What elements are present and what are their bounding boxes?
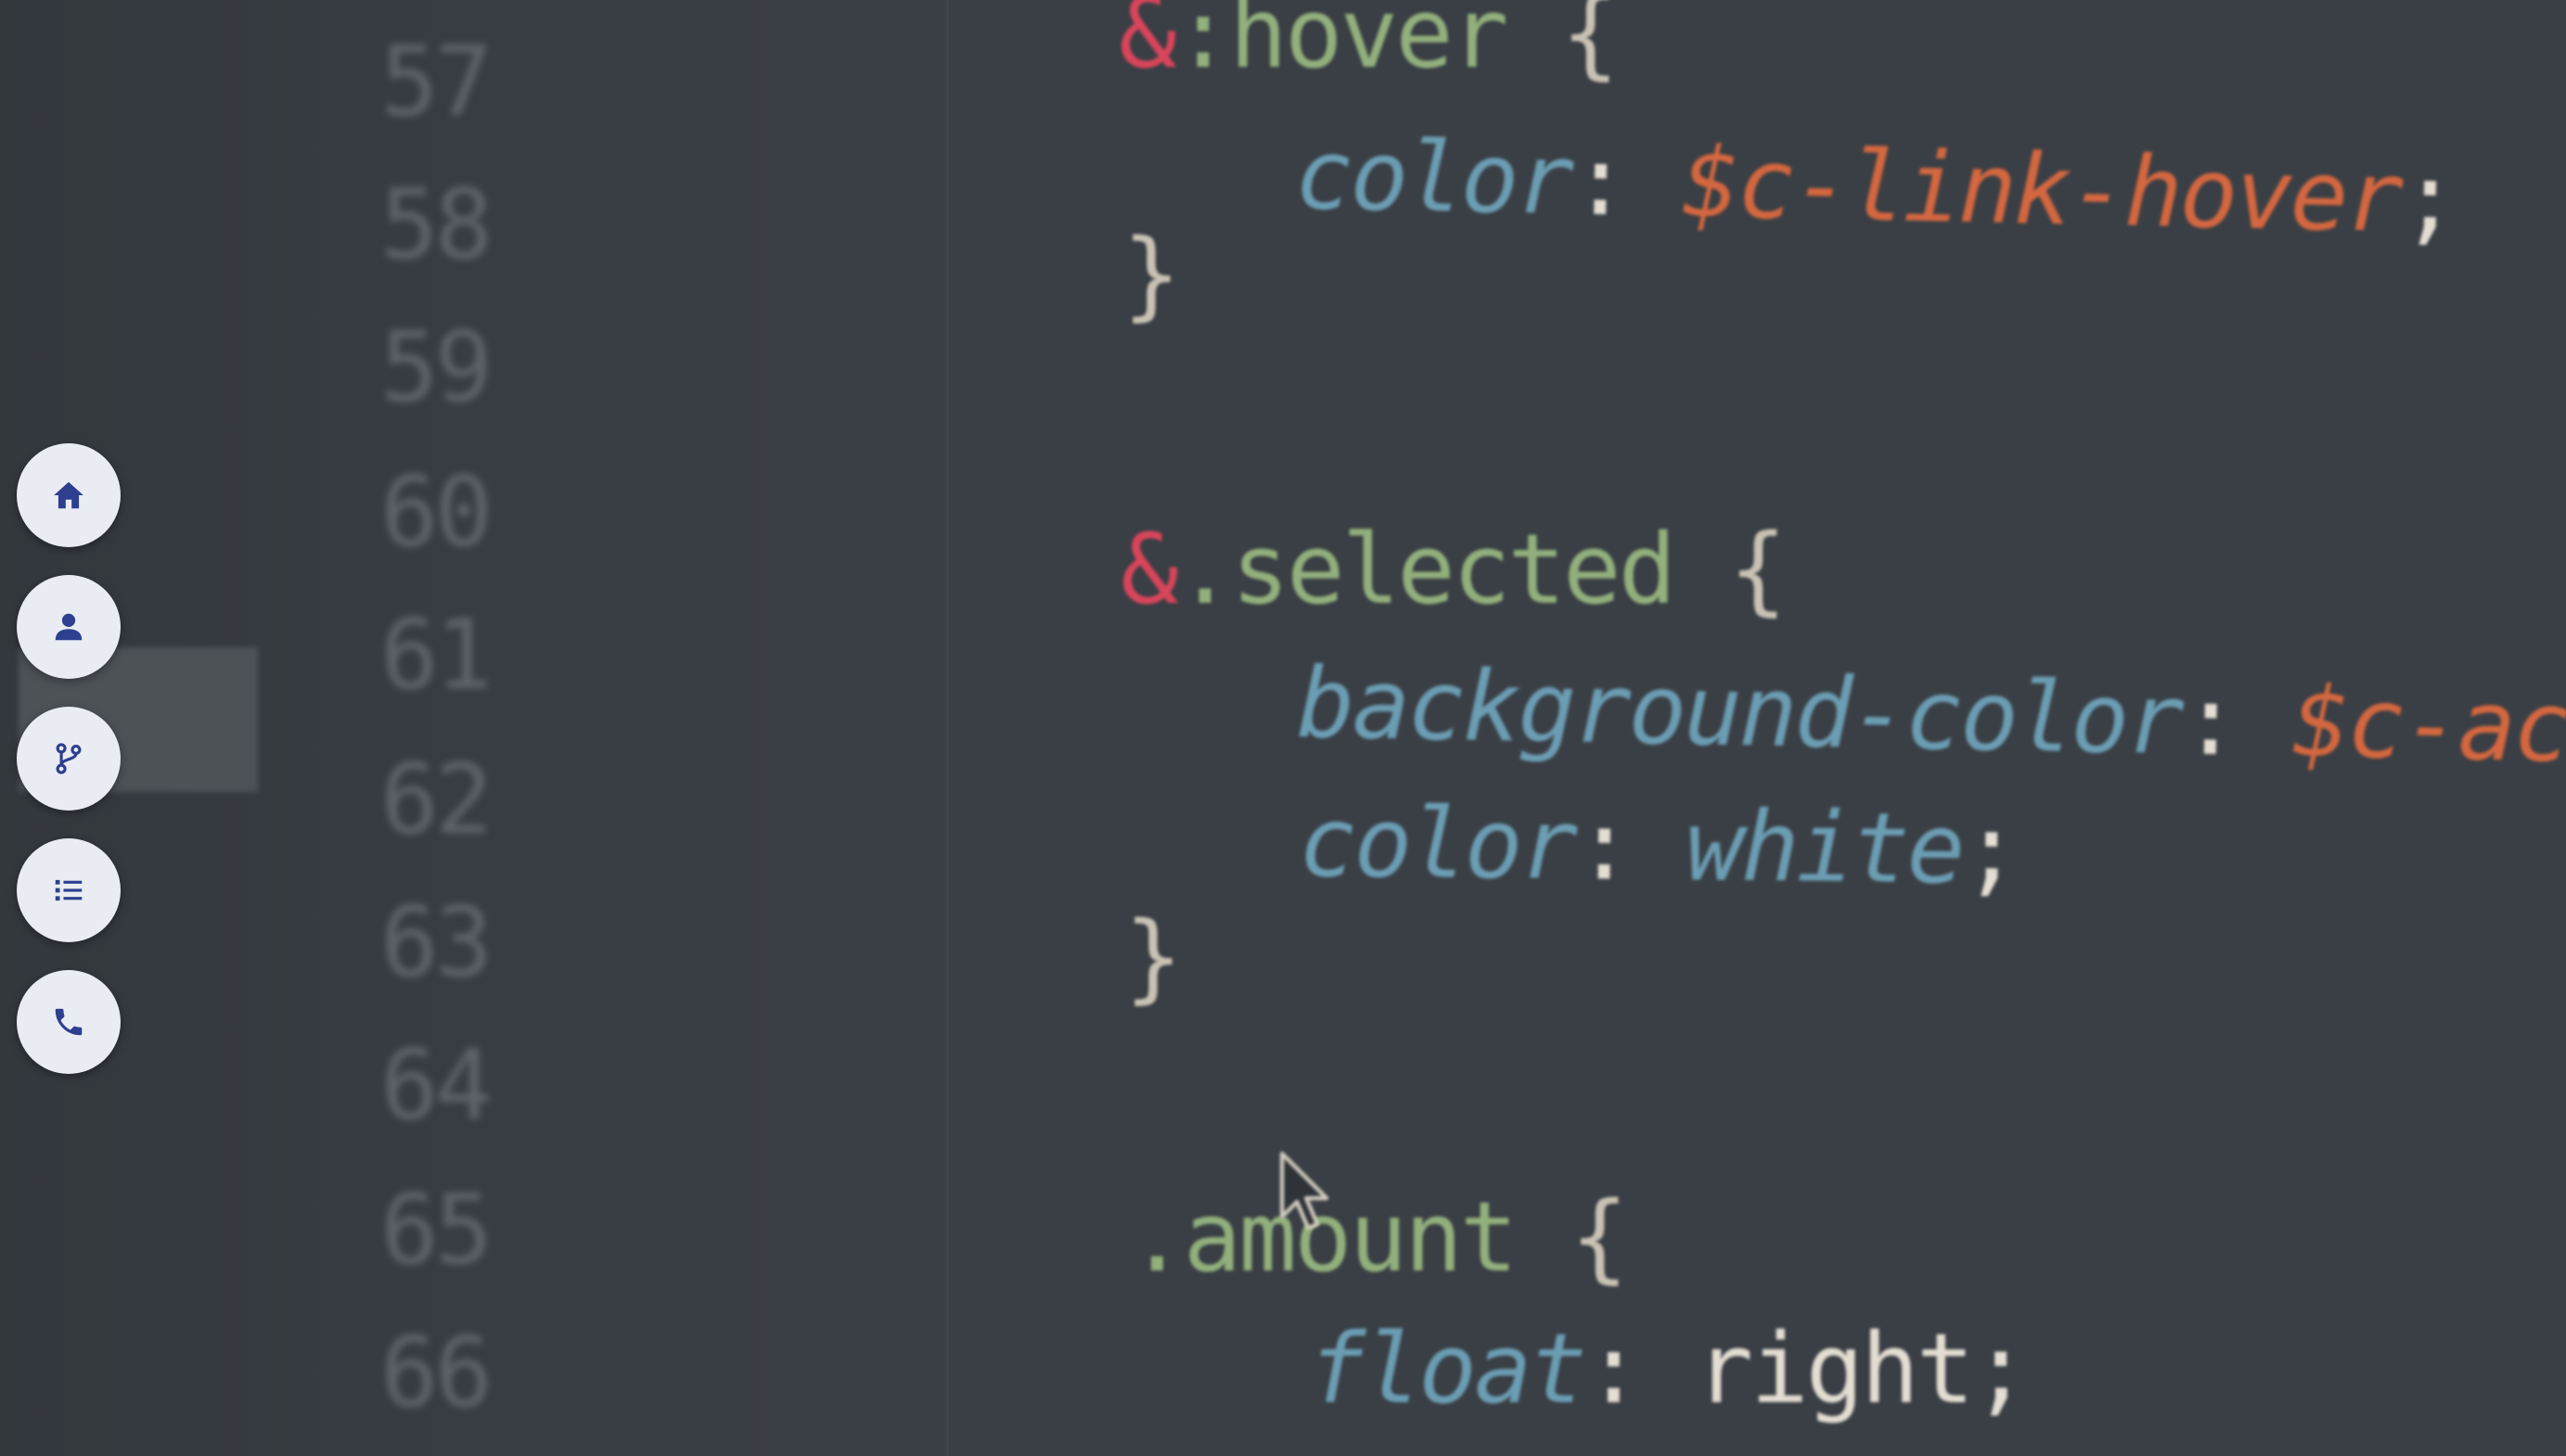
colon-token: :	[1570, 123, 1628, 238]
line-number: 64	[380, 1028, 493, 1142]
user-icon	[55, 613, 83, 641]
line-number: 63	[380, 886, 493, 999]
colon-token: :	[2180, 663, 2239, 778]
ampersand-token: &	[1119, 0, 1177, 90]
value-token: right	[1695, 1312, 1974, 1425]
gutter-divider	[946, 0, 949, 1456]
code-line: float: right;	[1308, 1321, 2030, 1417]
phone-icon	[55, 1008, 83, 1036]
brace-token: {	[1515, 1181, 1629, 1294]
code-line: }	[1124, 909, 1183, 1005]
line-number: 62	[380, 743, 493, 856]
colon-token: :	[1585, 1312, 1643, 1425]
code-line: .amount {	[1128, 1189, 1629, 1285]
selector-token: .selected	[1175, 513, 1677, 626]
property-token: float	[1308, 1312, 1587, 1425]
colon-token: :	[1574, 788, 1632, 902]
selector-token: :hover	[1174, 0, 1509, 90]
git-branch-icon	[56, 743, 82, 774]
brace-token: }	[1123, 218, 1181, 331]
list-icon	[55, 879, 83, 901]
brace-token: {	[1506, 0, 1620, 90]
semicolon-token: ;	[1971, 1312, 2030, 1425]
line-number: 60	[380, 455, 493, 568]
value-token: white	[1685, 789, 1964, 906]
brace-token: {	[1674, 513, 1788, 626]
brace-token: }	[1124, 900, 1183, 1014]
home-button[interactable]	[17, 443, 121, 547]
property-token: color	[1293, 118, 1573, 237]
branch-button[interactable]	[17, 707, 121, 811]
code-line: color: white;	[1298, 785, 2018, 906]
profile-button[interactable]	[17, 575, 121, 679]
variable-token: $c-link-hover	[1680, 125, 2403, 254]
variable-token: $c-action	[2290, 665, 2566, 788]
code-line: &:hover {	[1119, 0, 1620, 82]
mouse-pointer-icon	[1279, 1151, 1329, 1231]
code-line: &.selected {	[1121, 521, 1787, 618]
code-line: color: $c-link-hover;	[1294, 118, 2457, 255]
line-number: 65	[380, 1173, 493, 1286]
property-token: background-color	[1295, 646, 2183, 777]
property-token: color	[1298, 785, 1576, 902]
list-button[interactable]	[17, 838, 121, 942]
line-number: 59	[380, 311, 493, 424]
ampersand-token: &	[1121, 513, 1179, 626]
code-line: }	[1123, 226, 1181, 323]
semicolon-token: ;	[1961, 792, 2019, 907]
call-button[interactable]	[17, 970, 121, 1074]
line-number: 61	[380, 598, 493, 711]
line-number: 66	[380, 1316, 493, 1429]
semicolon-token: ;	[2399, 140, 2457, 256]
home-icon	[54, 481, 83, 509]
line-number: 58	[380, 168, 493, 281]
code-editor-screen: 57 58 59 60 61 62 63 64 65 66 &:hover { …	[0, 0, 2566, 1456]
line-number: 57	[380, 25, 493, 138]
code-line: background-color: $c-action;	[1296, 646, 2566, 788]
